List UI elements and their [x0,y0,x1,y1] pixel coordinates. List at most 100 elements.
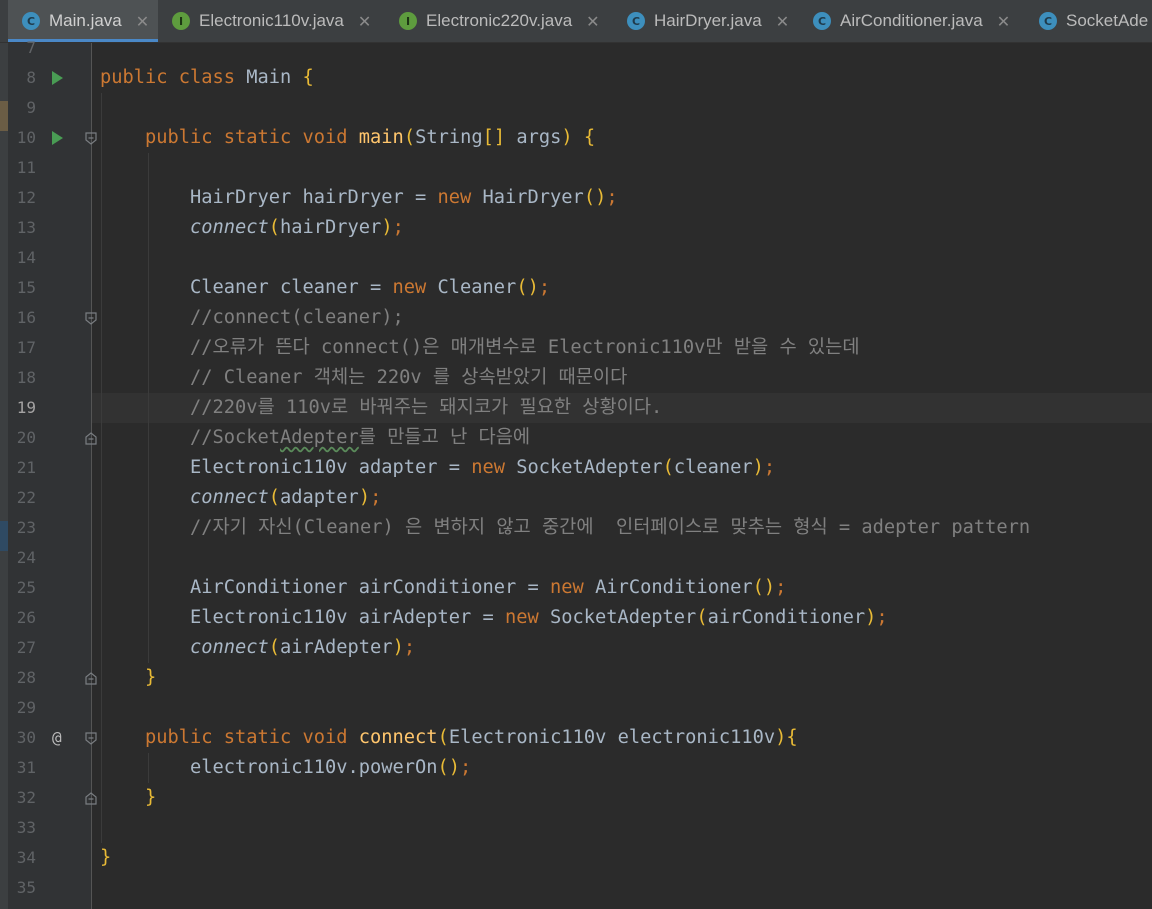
code-line[interactable]: //220v를 110v로 바꿔주는 돼지코가 필요한 상황이다. [100,393,1152,423]
code-line[interactable]: //connect(cleaner); [100,303,1152,333]
code-token: SocketAdepter [516,457,663,478]
line-number: 32 [16,788,36,807]
code-token: HairDryer hairDryer = [100,187,438,208]
class-icon: C [627,12,645,30]
gutter-row: 10 [8,123,97,153]
code-line[interactable]: } [100,843,1152,873]
code-token: ) [865,607,877,628]
code-line[interactable] [100,153,1152,183]
code-line[interactable]: //오류가 뜬다 connect()은 매개변수로 Electronic110v… [100,333,1152,363]
code-token: ) [381,217,393,238]
run-icon[interactable] [52,131,63,145]
code-line[interactable]: public static void connect(Electronic110… [100,723,1152,753]
interface-icon: I [172,12,190,30]
fold-open-icon[interactable] [85,312,97,325]
code-line[interactable]: //자기 자신(Cleaner) 은 변하지 않고 중간에 인터페이스로 맞추는… [100,513,1152,543]
interface-icon: I [399,12,417,30]
code-token: Adepter [280,427,359,448]
close-icon[interactable]: ✕ [358,12,371,31]
close-icon[interactable]: ✕ [997,12,1010,31]
fold-close-icon[interactable] [85,792,97,805]
code-token: cleaner [673,457,753,478]
code-token: { [786,727,798,748]
code-line[interactable]: public class Main { [100,63,1152,93]
code-token: hairDryer [280,217,382,238]
code-line[interactable] [100,93,1152,123]
code-line[interactable]: // Cleaner 객체는 220v 를 상속받았기 때문이다 [100,363,1152,393]
gutter-row: 15 [8,273,91,303]
code-line[interactable] [100,33,1152,63]
line-number: 7 [26,38,36,57]
code-token: ; [606,187,618,208]
line-number: 29 [16,698,36,717]
gutter-row: 23 [8,513,91,543]
line-number: 28 [16,668,36,687]
line-number: 11 [16,158,36,177]
line-number: 26 [16,608,36,627]
code-token: new [392,277,438,298]
code-line[interactable]: HairDryer hairDryer = new HairDryer(); [100,183,1152,213]
gutter-row: 29 [8,693,91,723]
line-number: 8 [26,68,36,87]
indent-guide [148,153,149,663]
code-line[interactable]: } [100,663,1152,693]
tab-label: Electronic110v.java [199,11,344,30]
code-token: ( [268,217,281,238]
close-icon[interactable]: ✕ [776,12,789,31]
line-number: 20 [16,428,36,447]
code-token: //220v를 110v로 바꿔주는 돼지코가 필요한 상황이다. [190,397,663,418]
fold-close-icon[interactable] [85,432,97,445]
gutter-row: 14 [8,243,91,273]
code-token: args [505,127,562,148]
code-line[interactable] [100,693,1152,723]
code-line[interactable] [100,813,1152,843]
code-token: connect [358,727,438,748]
code-token: connect [190,637,269,658]
indent-guide [101,93,102,843]
gutter-row: 18 [8,363,91,393]
code-token: ; [538,277,551,298]
implementation-marker-icon[interactable]: @ [52,723,62,753]
close-icon[interactable]: ✕ [136,12,149,31]
fold-open-icon[interactable] [85,732,97,745]
code-line[interactable]: Electronic110v airAdepter = new SocketAd… [100,603,1152,633]
gutter-row: 27 [8,633,91,663]
code-line[interactable] [100,543,1152,573]
code-token: Electronic110v electronic110v [448,727,776,748]
code-line[interactable]: connect(airAdepter); [100,633,1152,663]
code-line[interactable]: public static void main(String[] args) { [100,123,1152,153]
line-number: 13 [16,218,36,237]
code-line[interactable]: AirConditioner airConditioner = new AirC… [100,573,1152,603]
line-number: 12 [16,188,36,207]
code-line[interactable] [100,873,1152,903]
code-token: ; [403,637,416,658]
gutter-row: 24 [8,543,91,573]
run-icon[interactable] [52,71,63,85]
code-line[interactable]: Cleaner cleaner = new Cleaner(); [100,273,1152,303]
code-line[interactable]: electronic110v.powerOn(); [100,753,1152,783]
line-number: 18 [16,368,36,387]
code-line[interactable]: } [100,783,1152,813]
code-token: AirConditioner [595,577,753,598]
fold-close-icon[interactable] [85,672,97,685]
code-line[interactable] [100,243,1152,273]
code-token: public class [100,67,247,88]
tab-label: Main.java [49,11,122,30]
code-token: connect [190,217,269,238]
code-line[interactable]: connect(adapter); [100,483,1152,513]
code-token: public static void [145,727,359,748]
close-icon[interactable]: ✕ [586,12,599,31]
code-token: ; [392,217,404,238]
code-token: ) [752,457,764,478]
code-line[interactable]: //SocketAdepter를 만들고 난 다음에 [100,423,1152,453]
fold-open-icon[interactable] [85,132,97,145]
code-line[interactable]: Electronic110v adapter = new SocketAdept… [100,453,1152,483]
code-token: () [437,757,461,778]
code-line[interactable]: connect(hairDryer); [100,213,1152,243]
gutter-row: 12 [8,183,91,213]
code-token: ; [370,487,382,508]
code-token: ; [775,577,787,598]
